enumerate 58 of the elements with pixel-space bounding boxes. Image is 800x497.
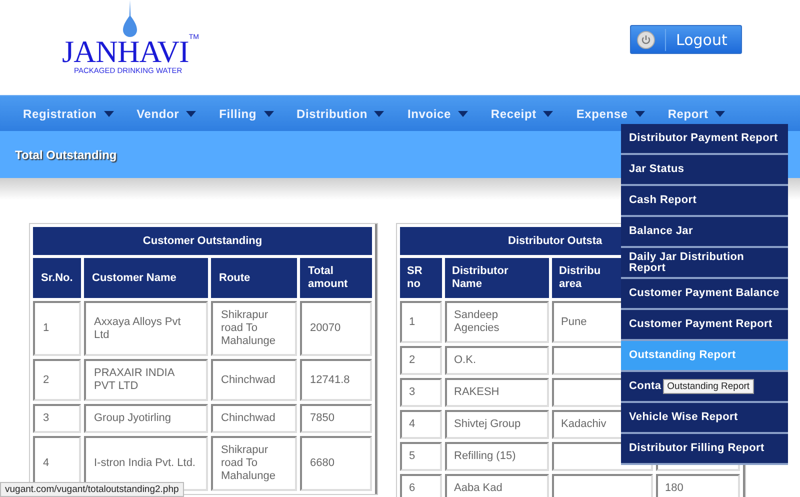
table-cell: RAKESH [445,378,549,407]
caret-icon [458,110,468,116]
caret-icon [104,110,114,116]
column-header: SR no [400,258,442,298]
table-cell: 20070 [300,301,372,356]
table-cell: Chinchwad [211,404,297,433]
brand-name: JANHAVI [62,38,189,66]
table-cell: O.K. [445,346,549,375]
table-cell: Refilling (15) [445,442,549,471]
caret-icon [374,110,384,116]
table-cell: 4 [400,410,442,439]
column-header: Distributor Name [445,258,549,298]
table-cell: 12741.8 [300,359,372,401]
dropdown-item[interactable]: Balance Jar [621,217,788,246]
table-cell: 2 [33,359,81,401]
logout-button[interactable]: Logout [630,25,742,54]
dropdown-item[interactable]: Customer Payment Balance [621,279,788,308]
table-cell: Chinchwad [211,359,297,401]
caret-icon [186,110,196,116]
dropdown-item[interactable]: Daily Jar Distribution Report [621,248,788,277]
table-cell: 1 [33,301,81,356]
table-cell: 6 [400,474,442,497]
status-url: vugant.com/vugant/totaloutstanding2.php [0,482,184,497]
table-cell: Sandeep Agencies [445,301,549,343]
table-cell: Group Jyotirling [84,404,208,433]
table-cell: 180 [656,474,740,497]
caret-icon [634,110,645,116]
power-icon [637,30,655,48]
caret-icon [715,110,726,116]
table-cell: Shikrapur road To Mahalunge [211,436,297,491]
table-cell: Shivtej Group [445,410,549,439]
table-cell: 5 [400,442,442,471]
column-header: Customer Name [84,258,208,298]
dropdown-item[interactable]: Jar Status [621,155,788,184]
table-cell: 1 [400,301,442,343]
table-title: Customer Outstanding [33,227,372,255]
table-cell: Axxaya Alloys Pvt Ltd [84,301,208,356]
table-cell: 2 [400,346,442,375]
dropdown-item[interactable]: Distributor Filling Report [621,434,788,463]
table-cell: 3 [33,404,81,433]
table-cell: Shikrapur road To Mahalunge [211,301,297,356]
dropdown-item[interactable]: Distributor Payment Report [621,124,788,153]
table-cell: PRAXAIR INDIA PVT LTD [84,359,208,401]
tooltip: Outstanding Report [663,379,754,394]
caret-icon [264,110,274,116]
dropdown-item[interactable]: Vehicle Wise Report [621,403,788,432]
table-cell: 3 [400,378,442,407]
column-header: Sr.No. [33,258,81,298]
dropdown-item[interactable]: Customer Payment Report [621,310,788,339]
dropdown-item[interactable]: Conta [621,372,664,401]
table-cell: 7850 [300,404,372,433]
table-cell: 6680 [300,436,372,491]
table-cell: Aaba Kad [445,474,549,497]
column-header: Route [211,258,297,298]
caret-icon [543,110,554,116]
column-header: Total amount [300,258,372,298]
page-title: Total Outstanding [15,148,117,162]
dropdown-item[interactable]: Cash Report [621,186,788,215]
